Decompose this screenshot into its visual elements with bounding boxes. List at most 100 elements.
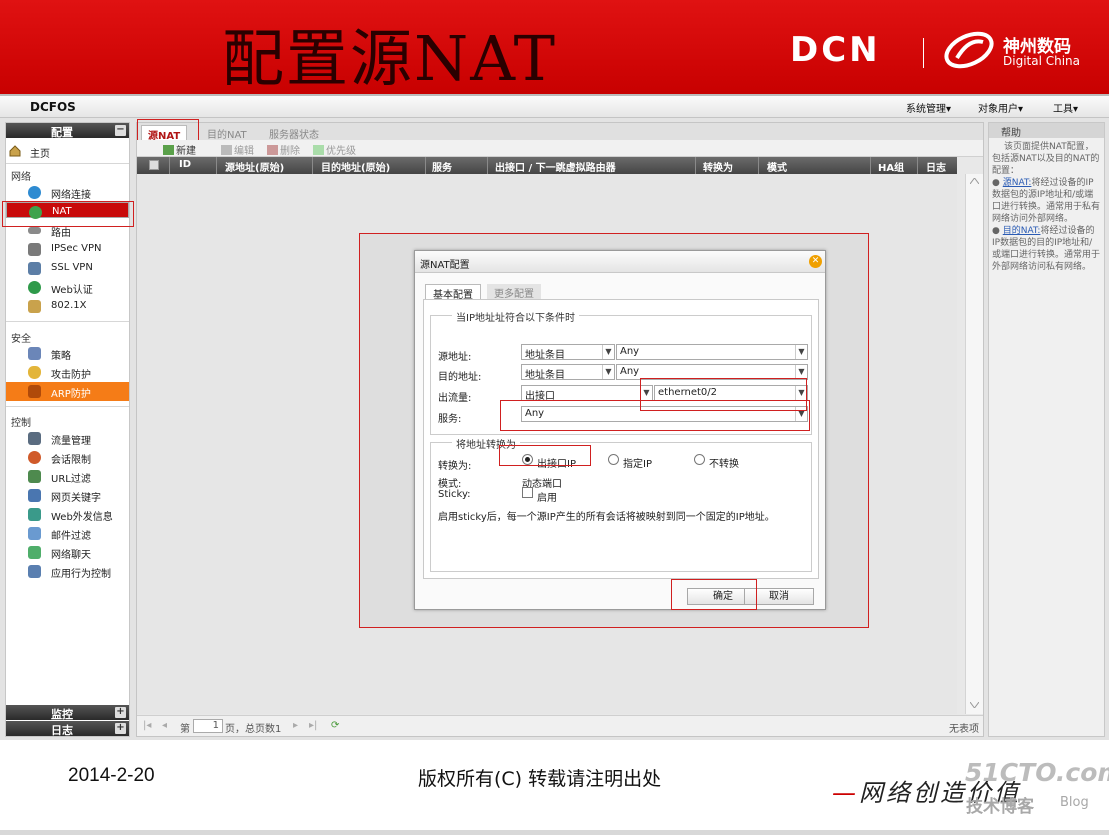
column-separator	[695, 157, 696, 174]
source-address-select[interactable]: Any ▼	[616, 344, 808, 360]
sidebar-item-policy[interactable]: 策略	[6, 344, 129, 363]
sidebar-divider	[6, 163, 129, 164]
toolbar: 新建 编辑 删除 优先级	[137, 140, 983, 157]
help-link-source-nat[interactable]: 源NAT:	[1003, 178, 1032, 188]
sidebar-item-session-limit[interactable]: 会话限制	[6, 448, 129, 467]
column-source-address[interactable]: 源地址(原始)	[225, 159, 284, 174]
radio-no-translate[interactable]	[694, 454, 705, 465]
sidebar-header-config[interactable]: 配置 −	[6, 123, 129, 139]
table-header: ID 源地址(原始) 目的地址(原始) 服务 出接口 / 下一跳虚拟路由器 转换…	[137, 157, 957, 174]
sidebar-item-network-connection[interactable]: 网络连接	[6, 183, 129, 202]
traffic-icon	[28, 432, 41, 445]
scroll-up-icon[interactable]	[970, 178, 979, 184]
mail-icon	[28, 527, 41, 540]
tab-more-config[interactable]: 更多配置	[487, 284, 541, 300]
sidebar-item-label: 攻击防护	[51, 370, 91, 381]
refresh-icon[interactable]: ⟳	[331, 720, 339, 731]
edit-label: 编辑	[234, 146, 254, 157]
sidebar-section-network: 网络	[11, 172, 31, 183]
select-all-checkbox[interactable]	[149, 160, 159, 170]
table-scrollbar[interactable]	[965, 174, 983, 714]
column-separator	[917, 157, 918, 174]
tab-server-status[interactable]: 服务器状态	[263, 125, 325, 141]
sidebar-item-web-auth[interactable]: Web认证	[6, 278, 129, 297]
translation-group	[430, 442, 812, 572]
globe-icon	[28, 186, 41, 199]
sidebar-item-label: IPSec VPN	[51, 243, 102, 254]
priority-button[interactable]: 优先级	[313, 142, 356, 157]
sidebar-item-web-keyword[interactable]: 网页关键字	[6, 486, 129, 505]
destination-address-type-select[interactable]: 地址条目 ▼	[521, 364, 615, 381]
help-content: 该页面提供NAT配置，包括源NAT以及目的NAT的配置： ● 源NAT:将经过设…	[992, 141, 1100, 273]
sidebar-item-ssl-vpn[interactable]: SSL VPN	[6, 259, 129, 278]
sidebar-section-security: 安全	[11, 334, 31, 345]
sidebar-item-label: 网络连接	[51, 190, 91, 201]
column-ha-group[interactable]: HA组	[878, 159, 904, 174]
new-button[interactable]: 新建	[163, 142, 196, 157]
sidebar-item-8021x[interactable]: 802.1X	[6, 297, 129, 316]
menu-tools[interactable]: 工具▾	[1053, 100, 1078, 115]
sidebar-item-app-control[interactable]: 应用行为控制	[6, 562, 129, 581]
sidebar-item-arp-defense[interactable]: ARP防护	[6, 382, 129, 401]
collapse-icon[interactable]: −	[115, 125, 126, 136]
delete-button[interactable]: 删除	[267, 142, 300, 157]
source-address-type-select[interactable]: 地址条目 ▼	[521, 344, 615, 361]
column-mode[interactable]: 模式	[767, 159, 787, 174]
tab-basic-config[interactable]: 基本配置	[425, 284, 481, 301]
next-page-icon[interactable]: ▸	[293, 720, 298, 731]
dialog-title: 源NAT配置	[420, 260, 470, 271]
edit-icon	[221, 145, 232, 155]
column-separator	[758, 157, 759, 174]
close-icon[interactable]: ✕	[809, 255, 822, 268]
delete-label: 删除	[280, 146, 300, 157]
sidebar-item-im-chat[interactable]: 网络聊天	[6, 543, 129, 562]
ssl-vpn-icon	[28, 262, 41, 275]
delete-icon	[267, 145, 278, 155]
column-separator	[870, 157, 871, 174]
column-service[interactable]: 服务	[432, 159, 452, 174]
page-number-input[interactable]: 1	[193, 719, 223, 733]
sidebar-item-home[interactable]: 主页	[6, 142, 129, 161]
sidebar-header-monitor[interactable]: 监控 +	[6, 705, 129, 721]
sidebar-item-ipsec-vpn[interactable]: IPSec VPN	[6, 240, 129, 259]
column-translate-to[interactable]: 转换为	[703, 159, 733, 174]
sidebar-item-web-outbound[interactable]: Web外发信息	[6, 505, 129, 524]
edit-button[interactable]: 编辑	[221, 142, 254, 157]
watermark-tech-blog: 技术博客	[966, 797, 1034, 817]
egress-type-select[interactable]: 出接口 ▼	[521, 385, 653, 402]
expand-icon[interactable]: +	[115, 723, 126, 734]
sidebar-item-traffic-management[interactable]: 流量管理	[6, 429, 129, 448]
prev-page-icon[interactable]: ◂	[162, 720, 167, 731]
destination-address-label: 目的地址:	[438, 372, 482, 383]
logo-english-name: Digital China	[1003, 54, 1081, 68]
sticky-checkbox[interactable]	[522, 487, 533, 498]
sidebar-item-mail-filter[interactable]: 邮件过滤	[6, 524, 129, 543]
radio-specified-ip[interactable]	[608, 454, 619, 465]
digital-china-logo-icon	[944, 31, 994, 69]
column-egress[interactable]: 出接口 / 下一跳虚拟路由器	[495, 159, 616, 174]
last-page-icon[interactable]: ▸|	[309, 720, 317, 731]
radio-no-translate-label[interactable]: 不转换	[709, 455, 739, 470]
service-label: 服务:	[438, 414, 462, 425]
column-id[interactable]: ID	[179, 159, 191, 170]
column-separator	[216, 157, 217, 174]
sticky-enable-label[interactable]: 启用	[537, 489, 557, 504]
menu-system-management[interactable]: 系统管理▾	[906, 100, 951, 115]
sidebar-item-attack-defense[interactable]: 攻击防护	[6, 363, 129, 382]
radio-specified-ip-label[interactable]: 指定IP	[623, 455, 652, 470]
sidebar-item-url-filter[interactable]: URL过滤	[6, 467, 129, 486]
tab-destination-nat[interactable]: 目的NAT	[201, 125, 253, 141]
scroll-down-icon[interactable]	[970, 702, 979, 708]
first-page-icon[interactable]: |◂	[143, 720, 151, 731]
sidebar-header-log[interactable]: 日志 +	[6, 721, 129, 737]
help-link-destination-nat[interactable]: 目的NAT:	[1003, 226, 1041, 236]
priority-icon	[313, 145, 324, 155]
logo-divider	[923, 38, 924, 68]
column-log[interactable]: 日志	[926, 159, 946, 174]
expand-icon[interactable]: +	[115, 707, 126, 718]
column-destination-address[interactable]: 目的地址(原始)	[321, 159, 390, 174]
destination-address-value: Any	[620, 366, 640, 377]
menu-objects-users[interactable]: 对象用户▾	[978, 100, 1023, 115]
source-address-type-value: 地址条目	[525, 350, 565, 361]
sidebar-item-label: Web外发信息	[51, 512, 113, 523]
